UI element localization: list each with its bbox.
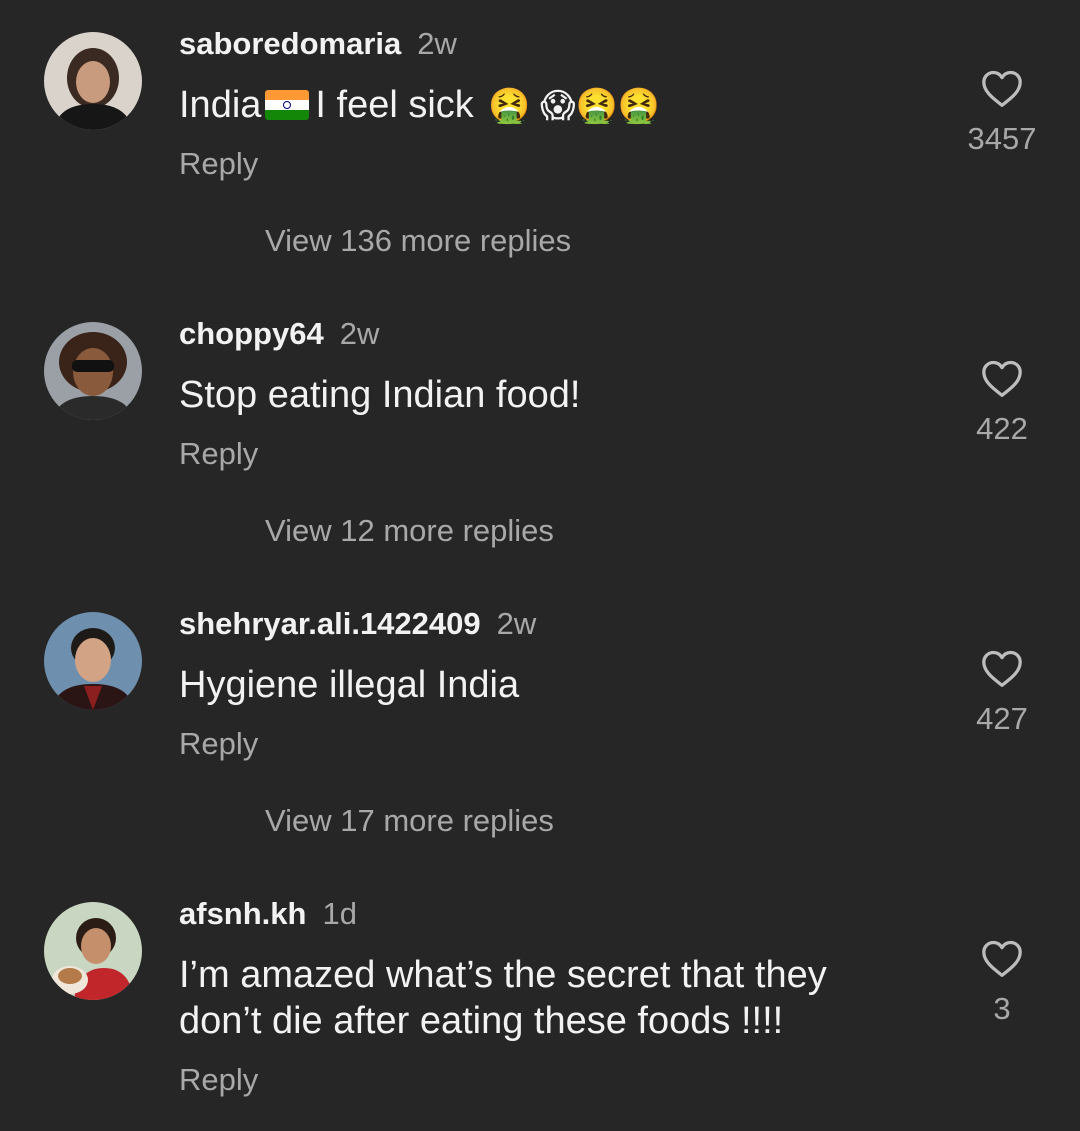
avatar[interactable]	[44, 322, 142, 420]
username[interactable]: choppy64	[179, 316, 324, 351]
timestamp: 1d	[322, 896, 357, 931]
heart-outline-icon[interactable]	[980, 358, 1024, 403]
timestamp: 2w	[417, 26, 457, 61]
comment-meta: shehryar.ali.1422409 2w	[179, 606, 536, 642]
view-more-replies-button[interactable]: View 12 more replies	[265, 513, 554, 549]
like-count: 427	[976, 701, 1028, 736]
like-count: 422	[976, 411, 1028, 446]
username[interactable]: afsnh.kh	[179, 896, 306, 931]
reply-button[interactable]: Reply	[179, 1062, 258, 1098]
heart-outline-icon[interactable]	[980, 68, 1024, 113]
timestamp: 2w	[496, 606, 537, 641]
view-more-replies-button[interactable]: View 136 more replies	[265, 223, 571, 259]
comment-text: India I feel sick 🤮 😱🤮🤮	[179, 82, 660, 129]
comment-meta: saboredomaria 2w	[179, 26, 457, 62]
comment-text-line: don’t die after eating these foods !!!!	[179, 1000, 784, 1042]
comment-text: Hygiene illegal India	[179, 664, 520, 706]
like-count: 3457	[967, 121, 1037, 156]
comment-text-line: I’m amazed what’s the secret that they	[179, 954, 827, 996]
comment-meta: afsnh.kh 1d	[179, 896, 357, 932]
reply-button[interactable]: Reply	[179, 726, 258, 762]
avatar[interactable]	[44, 902, 142, 1000]
emoji-group: 🤮 😱🤮🤮	[488, 87, 661, 125]
like-count: 3	[993, 991, 1011, 1026]
like-control: 3	[952, 938, 1052, 1027]
timestamp: 2w	[339, 316, 380, 351]
view-more-replies-button[interactable]: View 17 more replies	[265, 803, 554, 839]
like-control: 422	[952, 358, 1052, 447]
reply-button[interactable]: Reply	[179, 146, 258, 182]
india-flag-icon	[265, 90, 310, 120]
comment-text: I’m amazed what’s the secret that they d…	[179, 952, 827, 1044]
heart-outline-icon[interactable]	[980, 938, 1024, 983]
like-control: 3457	[952, 68, 1052, 157]
reply-button[interactable]: Reply	[179, 436, 258, 472]
comment-meta: choppy64 2w	[179, 316, 379, 352]
avatar[interactable]	[44, 612, 142, 710]
comment-text-part: India	[179, 84, 262, 126]
username[interactable]: saboredomaria	[179, 26, 401, 61]
like-control: 427	[952, 648, 1052, 737]
avatar[interactable]	[44, 32, 142, 130]
heart-outline-icon[interactable]	[980, 648, 1024, 693]
comment-text-part: I feel sick	[315, 84, 474, 126]
username[interactable]: shehryar.ali.1422409	[179, 606, 481, 641]
comment-text: Stop eating Indian food!	[179, 374, 581, 416]
